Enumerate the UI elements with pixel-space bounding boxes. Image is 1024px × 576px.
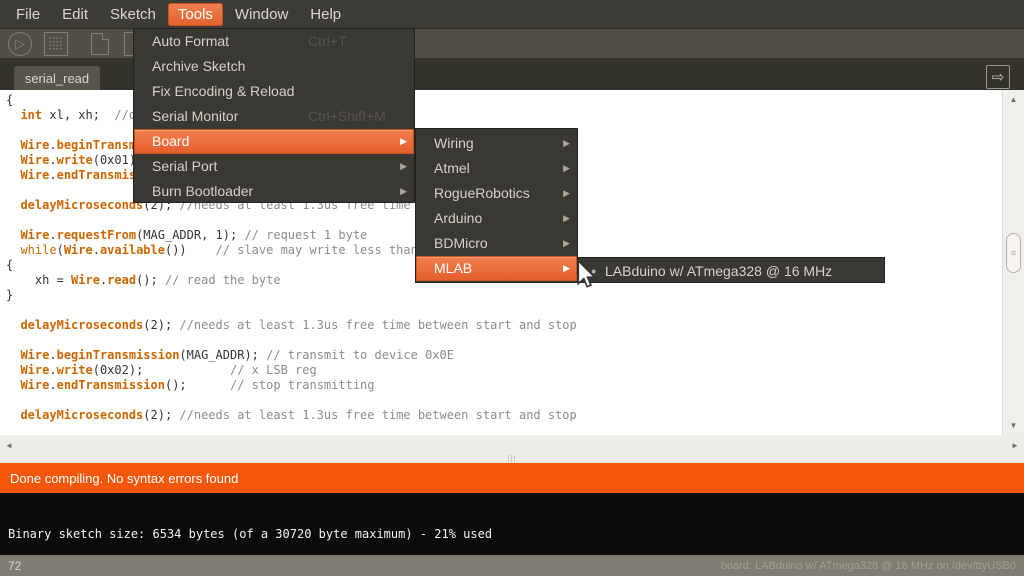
caret-line-number: 72 bbox=[8, 559, 21, 573]
mouse-cursor bbox=[577, 260, 597, 295]
tools-menu: Auto Format Ctrl+T Archive Sketch Fix Encod… bbox=[133, 28, 415, 203]
menubar-item-edit[interactable]: Edit bbox=[52, 3, 98, 26]
stop-icon bbox=[44, 32, 68, 56]
mlab-submenu: ●LABduino w/ ATmega328 @ 16 MHz bbox=[578, 257, 885, 283]
menu-item-label: LABduino w/ ATmega328 @ 16 MHz bbox=[605, 263, 832, 279]
board-item-bdmicro[interactable]: BDMicro ▶ bbox=[416, 231, 577, 256]
board-submenu: Wiring▶Atmel▶RogueRobotics▶Arduino▶BDMic… bbox=[415, 128, 578, 283]
menubar-item-window[interactable]: Window bbox=[225, 3, 298, 26]
menubar-item-sketch[interactable]: Sketch bbox=[100, 3, 166, 26]
menubar-item-file[interactable]: File bbox=[6, 3, 50, 26]
code-line: Wire.write(0x02); // x LSB reg bbox=[6, 363, 577, 378]
menu-item-label: Auto Format bbox=[152, 33, 229, 49]
console-text: Binary sketch size: 6534 bytes (of a 307… bbox=[8, 527, 492, 541]
vertical-scrollbar-thumb[interactable]: ≡ bbox=[1006, 233, 1021, 273]
board-port-info: board: LABduino w/ ATmega328 @ 16 MHz on… bbox=[721, 560, 1016, 572]
menu-item-label: MLAB bbox=[434, 260, 472, 276]
status-bar: Done compiling. No syntax errors found bbox=[0, 463, 1024, 493]
menu-shortcut: Ctrl+T bbox=[308, 29, 347, 54]
mlab-item-labduino-w-atmega328-16-mhz[interactable]: ●LABduino w/ ATmega328 @ 16 MHz bbox=[579, 258, 884, 284]
status-message: Done compiling. No syntax errors found bbox=[10, 471, 238, 486]
menu-item-label: Burn Bootloader bbox=[152, 183, 253, 199]
tab-serial-read[interactable]: serial_read bbox=[14, 66, 100, 90]
menu-item-label: Arduino bbox=[434, 210, 482, 226]
board-item-mlab[interactable]: MLAB ▶ bbox=[416, 256, 577, 281]
submenu-arrow-icon: ▶ bbox=[400, 129, 407, 154]
menubar: FileEditSketchToolsWindowHelp bbox=[0, 0, 1024, 28]
menu-item-serial-port[interactable]: Serial Port ▶ bbox=[134, 154, 414, 179]
toolbar-new-button[interactable] bbox=[86, 30, 114, 58]
scroll-right-icon[interactable]: ► bbox=[1010, 441, 1020, 450]
console-output: Binary sketch size: 6534 bytes (of a 307… bbox=[0, 493, 1024, 555]
menu-item-label: Archive Sketch bbox=[152, 58, 245, 74]
board-item-roguerobotics[interactable]: RogueRobotics ▶ bbox=[416, 181, 577, 206]
splitter-grip[interactable]: ||| bbox=[507, 454, 516, 463]
code-line: Wire.endTransmission(); // stop transmit… bbox=[6, 378, 577, 393]
scroll-up-icon[interactable]: ▲ bbox=[1003, 95, 1024, 104]
menu-item-label: Serial Port bbox=[152, 158, 217, 174]
submenu-arrow-icon: ▶ bbox=[400, 179, 407, 204]
code-line: Wire.beginTransmission(MAG_ADDR); // tra… bbox=[6, 348, 577, 363]
footer-status-bar: 72 board: LABduino w/ ATmega328 @ 16 MHz… bbox=[0, 555, 1024, 576]
code-line bbox=[6, 393, 577, 408]
scroll-left-icon[interactable]: ◄ bbox=[4, 441, 14, 450]
menu-item-board[interactable]: Board ▶ bbox=[134, 129, 414, 154]
code-line: delayMicroseconds(2); //needs at least 1… bbox=[6, 318, 577, 333]
scroll-down-icon[interactable]: ▼ bbox=[1003, 421, 1024, 430]
board-item-arduino[interactable]: Arduino ▶ bbox=[416, 206, 577, 231]
tab-label: serial_read bbox=[25, 71, 89, 86]
menubar-item-help[interactable]: Help bbox=[300, 3, 351, 26]
horizontal-scrollbar[interactable]: ◄ ► ||| bbox=[0, 435, 1024, 463]
menu-item-label: Board bbox=[152, 133, 189, 149]
menu-item-burn-bootloader[interactable]: Burn Bootloader ▶ bbox=[134, 179, 414, 204]
menu-item-archive-sketch[interactable]: Archive Sketch bbox=[134, 54, 414, 79]
code-line bbox=[6, 303, 577, 318]
menu-shortcut: Ctrl+Shift+M bbox=[308, 104, 386, 129]
toolbar-spacer bbox=[78, 43, 86, 44]
submenu-arrow-icon: ▶ bbox=[563, 231, 570, 256]
menu-item-label: Serial Monitor bbox=[152, 108, 238, 124]
menu-item-fix-encoding-reload[interactable]: Fix Encoding & Reload bbox=[134, 79, 414, 104]
submenu-arrow-icon: ▶ bbox=[400, 154, 407, 179]
code-line bbox=[6, 333, 577, 348]
submenu-arrow-icon: ▶ bbox=[563, 181, 570, 206]
menubar-item-tools[interactable]: Tools bbox=[168, 3, 223, 26]
submenu-arrow-icon: ▶ bbox=[563, 131, 570, 156]
new-icon bbox=[91, 33, 109, 55]
menu-item-label: Fix Encoding & Reload bbox=[152, 83, 294, 99]
submenu-arrow-icon: ▶ bbox=[563, 156, 570, 181]
submenu-arrow-icon: ▶ bbox=[563, 256, 570, 281]
tab-menu-button[interactable]: ⇨ bbox=[986, 65, 1010, 89]
board-item-wiring[interactable]: Wiring ▶ bbox=[416, 131, 577, 156]
menu-item-label: Atmel bbox=[434, 160, 470, 176]
toolbar-verify-button[interactable]: ▷ bbox=[6, 30, 34, 58]
board-item-atmel[interactable]: Atmel ▶ bbox=[416, 156, 577, 181]
verify-icon: ▷ bbox=[8, 32, 32, 56]
submenu-arrow-icon: ▶ bbox=[563, 206, 570, 231]
vertical-scrollbar[interactable]: ▲ ≡ ▼ bbox=[1002, 90, 1024, 435]
toolbar-stop-button[interactable] bbox=[42, 30, 70, 58]
code-line: } bbox=[6, 288, 577, 303]
menu-item-auto-format[interactable]: Auto Format Ctrl+T bbox=[134, 29, 414, 54]
menu-item-label: BDMicro bbox=[434, 235, 488, 251]
menu-item-label: Wiring bbox=[434, 135, 474, 151]
code-line: delayMicroseconds(2); //needs at least 1… bbox=[6, 408, 577, 423]
arrow-box-icon: ⇨ bbox=[992, 68, 1005, 86]
menu-item-label: RogueRobotics bbox=[434, 185, 530, 201]
menu-item-serial-monitor[interactable]: Serial Monitor Ctrl+Shift+M bbox=[134, 104, 414, 129]
arduino-ide-window: FileEditSketchToolsWindowHelp ▷⇧⇩ serial… bbox=[0, 0, 1024, 576]
